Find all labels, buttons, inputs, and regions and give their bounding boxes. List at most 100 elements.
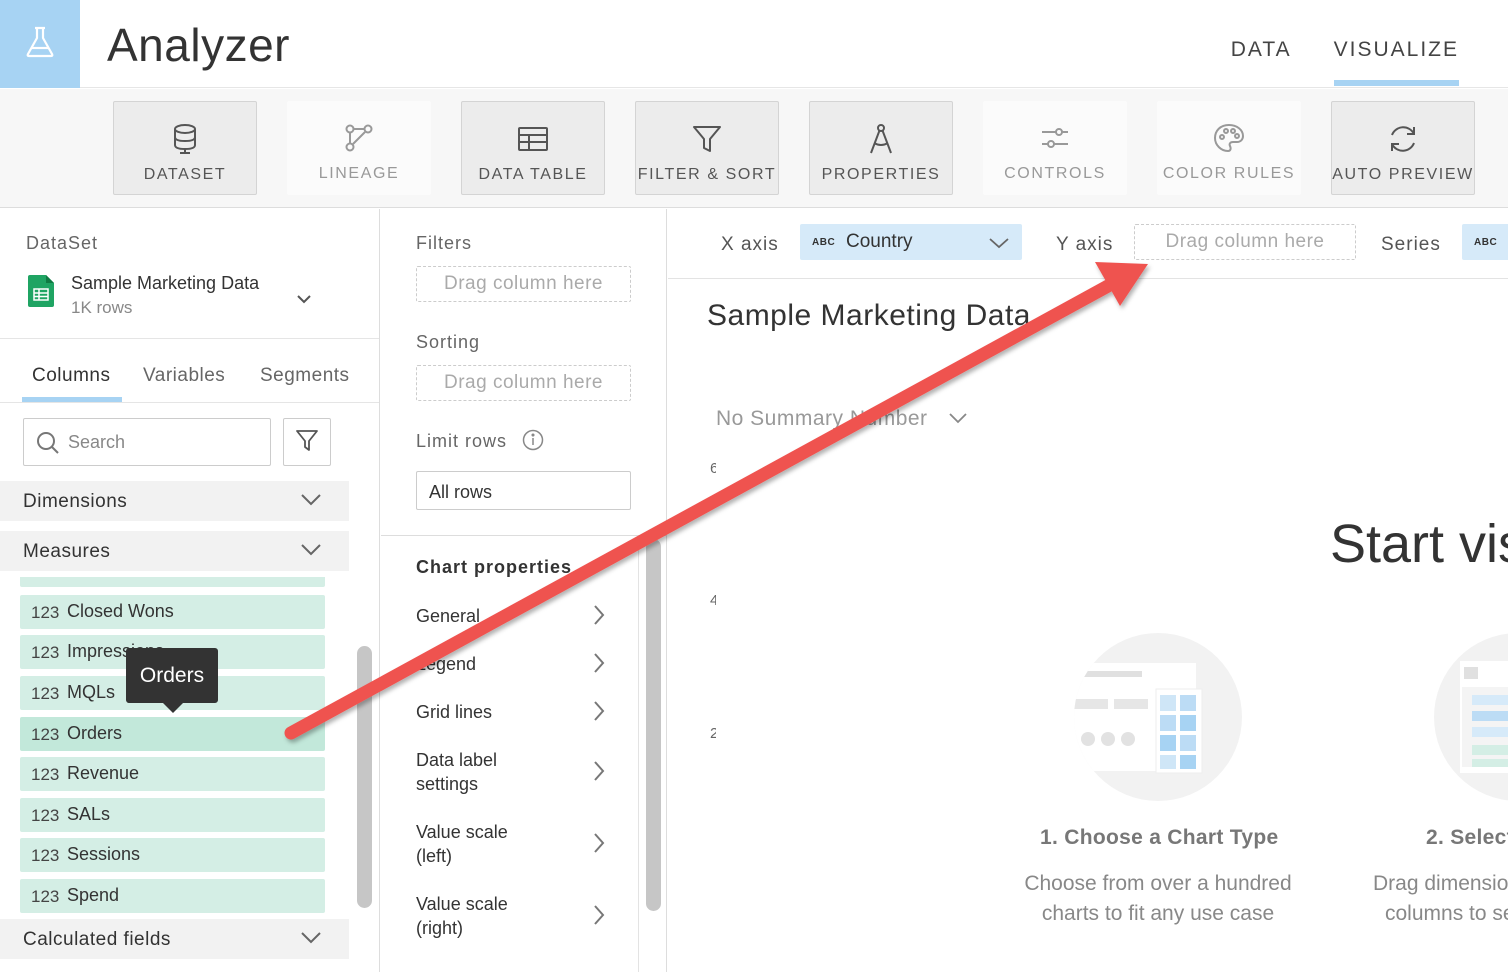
chevron-right-icon xyxy=(593,604,605,631)
lineage-icon xyxy=(344,121,374,155)
number-type-icon: 123 xyxy=(31,684,60,703)
search-input[interactable] xyxy=(68,429,258,455)
x-axis-label: X axis xyxy=(721,234,779,255)
step2-title: 2. Select Data xyxy=(1426,826,1508,849)
dataset-button[interactable]: DATASET xyxy=(113,101,257,195)
controls-button[interactable]: CONTROLS xyxy=(983,101,1127,195)
number-type-icon: 123 xyxy=(31,887,60,906)
list-item xyxy=(20,577,325,587)
filters-label: Filters xyxy=(416,233,472,253)
number-type-icon: 123 xyxy=(31,603,60,622)
section-calculated-fields[interactable]: Calculated fields xyxy=(0,919,349,959)
divider xyxy=(381,535,666,536)
x-axis-chip[interactable]: ABC Country xyxy=(800,224,1022,260)
search-box xyxy=(23,418,271,466)
section-measures[interactable]: Measures xyxy=(0,531,349,571)
y-axis-dropzone[interactable]: Drag column here xyxy=(1134,224,1356,260)
info-icon[interactable] xyxy=(522,429,544,456)
y-tick: 6 xyxy=(710,460,716,477)
section-dimensions[interactable]: Dimensions xyxy=(0,481,349,521)
field-spend[interactable]: 123 Spend xyxy=(20,879,325,913)
search-icon xyxy=(36,431,60,460)
nav-visualize[interactable]: VISUALIZE xyxy=(1313,0,1480,88)
field-revenue[interactable]: 123 Revenue xyxy=(20,757,325,791)
toolbar: DATASET LINEAGE DATA TABLE FILTER & SORT xyxy=(0,89,1508,208)
divider xyxy=(0,338,379,339)
start-title: Start visualizing xyxy=(1330,514,1508,574)
number-type-icon: 123 xyxy=(31,725,60,744)
spreadsheet-icon xyxy=(28,275,54,312)
prop-value-scale-right[interactable]: Value scale (right) xyxy=(416,892,616,940)
field-orders[interactable]: 123 Orders xyxy=(20,717,325,751)
prop-grid-lines[interactable]: Grid lines xyxy=(416,700,616,724)
chevron-right-icon xyxy=(593,904,605,931)
prop-legend[interactable]: Legend xyxy=(416,652,616,676)
flask-icon xyxy=(25,26,55,63)
properties-button[interactable]: PROPERTIES xyxy=(809,101,953,195)
field-closed-wons[interactable]: 123 Closed Wons xyxy=(20,595,325,629)
field-sessions[interactable]: 123 Sessions xyxy=(20,838,325,872)
series-chip[interactable]: ABC xyxy=(1462,224,1508,260)
number-type-icon: 123 xyxy=(31,765,60,784)
prop-value-scale-left[interactable]: Value scale (left) xyxy=(416,820,616,868)
axis-bar: X axis ABC Country Y axis Drag column he… xyxy=(668,209,1508,279)
tab-segments[interactable]: Segments xyxy=(260,365,350,387)
data-table-button[interactable]: DATA TABLE xyxy=(461,101,605,195)
left-scrollbar[interactable] xyxy=(357,646,372,908)
column-tabs: Columns Variables Segments xyxy=(0,359,379,403)
auto-preview-button[interactable]: AUTO PREVIEW xyxy=(1331,101,1475,195)
funnel-icon xyxy=(295,428,319,457)
chevron-down-icon[interactable] xyxy=(296,291,312,309)
step1-title: 1. Choose a Chart Type xyxy=(1040,826,1279,849)
limit-rows-input[interactable]: All rows xyxy=(416,471,631,510)
step1-description: Choose from over a hundred charts to fit… xyxy=(1024,872,1292,925)
dataset-rows: 1K rows xyxy=(71,298,133,317)
top-nav: DATA VISUALIZE xyxy=(1210,0,1480,88)
chevron-right-icon xyxy=(593,760,605,787)
filter-sort-button[interactable]: FILTER & SORT xyxy=(635,101,779,195)
chevron-down-icon xyxy=(300,931,322,950)
series-label: Series xyxy=(1381,234,1441,255)
y-tick: 2 xyxy=(710,725,716,742)
table-icon xyxy=(517,122,549,156)
number-type-icon: 123 xyxy=(31,846,60,865)
field-sals[interactable]: 123 SALs xyxy=(20,798,325,832)
chevron-down-icon xyxy=(300,493,322,512)
field-tooltip: Orders xyxy=(126,648,218,713)
database-icon xyxy=(172,122,198,156)
chevron-right-icon xyxy=(593,652,605,679)
dataset-name[interactable]: Sample Marketing Data xyxy=(71,273,259,294)
chevron-down-icon[interactable] xyxy=(948,411,968,429)
number-type-icon: 123 xyxy=(31,643,60,662)
refresh-icon xyxy=(1387,122,1419,156)
sorting-dropzone[interactable]: Drag column here xyxy=(416,365,631,401)
chevron-down-icon xyxy=(988,236,1010,254)
nav-data[interactable]: DATA xyxy=(1210,0,1313,88)
chevron-right-icon xyxy=(593,700,605,727)
tab-variables[interactable]: Variables xyxy=(143,365,225,387)
sliders-icon xyxy=(1040,121,1070,155)
number-type-icon: 123 xyxy=(31,806,60,825)
prop-general[interactable]: General xyxy=(416,604,616,628)
app-logo[interactable] xyxy=(0,0,80,88)
chevron-right-icon xyxy=(593,832,605,859)
lineage-button[interactable]: LINEAGE xyxy=(287,101,431,195)
color-rules-button[interactable]: COLOR RULES xyxy=(1157,101,1301,195)
mid-panel: Filters Drag column here Sorting Drag co… xyxy=(381,209,667,972)
mid-scrollbar[interactable] xyxy=(646,539,661,911)
left-panel: DataSet Sample Marketing Data 1K rows Co… xyxy=(0,209,380,972)
filters-dropzone[interactable]: Drag column here xyxy=(416,266,631,302)
summary-number-select[interactable]: No Summary Number xyxy=(716,407,928,431)
filter-button[interactable] xyxy=(283,418,331,466)
text-type-icon: ABC xyxy=(1474,237,1498,248)
tab-columns[interactable]: Columns xyxy=(32,365,110,387)
active-tab-indicator xyxy=(22,397,122,402)
prop-data-label-settings[interactable]: Data label settings xyxy=(416,748,616,796)
funnel-icon xyxy=(692,122,722,156)
palette-icon xyxy=(1213,121,1245,155)
select-data-illustration xyxy=(1434,633,1508,801)
y-tick: 4 xyxy=(710,592,716,609)
chart-title[interactable]: Sample Marketing Data xyxy=(707,299,1031,333)
compass-icon xyxy=(867,122,895,156)
chart-properties-title: Chart properties xyxy=(416,557,573,577)
